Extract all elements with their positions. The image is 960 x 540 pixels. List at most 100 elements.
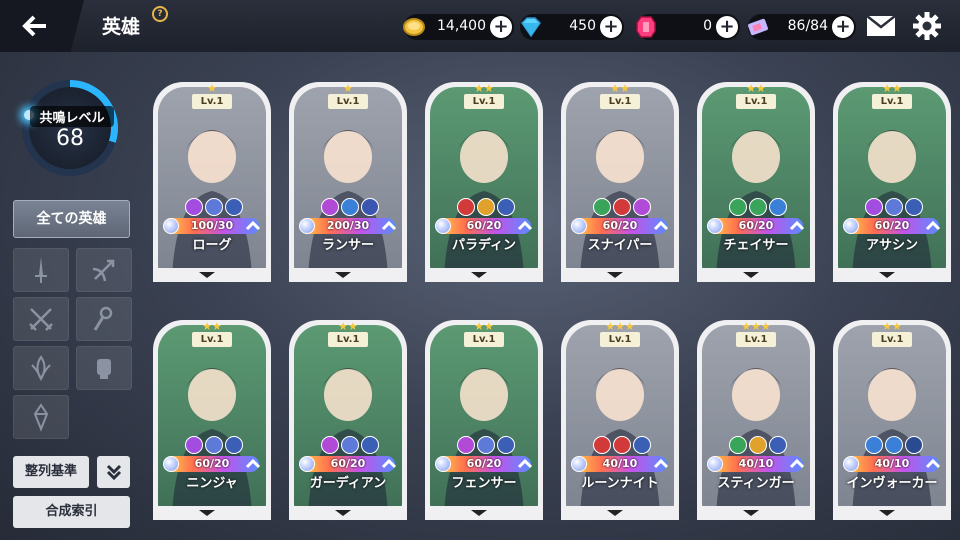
mail-icon[interactable] xyxy=(866,14,896,38)
upgrade-chevron-icon xyxy=(381,458,397,469)
hero-card[interactable]: ★★★ Lv.1 40/10 スティンガー xyxy=(697,320,815,520)
diamond-counter: 450 + xyxy=(520,14,624,40)
hero-card[interactable]: ★ Lv.1 200/30 ランサー xyxy=(289,82,407,282)
element-icons xyxy=(593,436,651,454)
card-footer xyxy=(289,268,407,282)
upgrade-chevron-icon xyxy=(517,458,533,469)
card-footer xyxy=(833,506,951,520)
element-icon xyxy=(321,436,339,454)
gold-value: 14,400 xyxy=(437,18,486,34)
all-heroes-button[interactable]: 全ての英雄 xyxy=(13,200,130,238)
gold-add-button[interactable]: + xyxy=(490,16,512,38)
ruby-counter: 0 + xyxy=(636,14,740,40)
hero-card[interactable]: ★★ Lv.1 60/20 フェンサー xyxy=(425,320,543,520)
hero-card[interactable]: ★★ Lv.1 60/20 ガーディアン xyxy=(289,320,407,520)
leaf-filter[interactable] xyxy=(13,346,69,390)
hero-card[interactable]: ★★★ Lv.1 40/10 ルーンナイト xyxy=(561,320,679,520)
hero-card[interactable]: ★★ Lv.1 40/10 インヴォーカー xyxy=(833,320,951,520)
crystal-filter[interactable] xyxy=(13,395,69,439)
upgrade-chevron-icon xyxy=(245,458,261,469)
hero-name: ローグ xyxy=(192,238,232,253)
hero-name: ガーディアン xyxy=(309,476,387,491)
hero-name: ランサー xyxy=(321,238,374,253)
staff-filter[interactable] xyxy=(76,297,132,341)
hero-name: チェイサー xyxy=(723,238,789,253)
ticket-add-button[interactable]: + xyxy=(832,16,854,38)
element-icon xyxy=(205,198,223,216)
ruby-value: 0 xyxy=(703,18,712,34)
card-footer xyxy=(561,268,679,282)
element-icon xyxy=(477,198,495,216)
ticket-counter: 86/84 + xyxy=(748,14,856,40)
fist-filter[interactable] xyxy=(76,346,132,390)
hero-level: Lv.1 xyxy=(872,332,912,347)
hero-level: Lv.1 xyxy=(328,332,368,347)
card-footer xyxy=(289,506,407,520)
sort-button[interactable]: 整列基準 xyxy=(13,456,89,488)
resonance-label: 共鳴レベル xyxy=(30,106,114,127)
upgrade-chevron-icon xyxy=(925,220,941,231)
element-icon xyxy=(769,436,787,454)
upgrade-chevron-icon xyxy=(381,220,397,231)
sword-filter[interactable] xyxy=(13,248,69,292)
element-icon xyxy=(749,198,767,216)
card-footer xyxy=(561,506,679,520)
element-icon xyxy=(905,198,923,216)
element-icon xyxy=(225,198,243,216)
sort-order-toggle[interactable] xyxy=(97,456,130,488)
element-icon xyxy=(613,436,631,454)
element-icon xyxy=(633,198,651,216)
element-icons xyxy=(457,198,515,216)
ruby-icon xyxy=(636,16,656,38)
card-footer xyxy=(153,268,271,282)
card-footer xyxy=(153,506,271,520)
element-icons xyxy=(185,436,243,454)
card-footer xyxy=(425,506,543,520)
shard-gem-icon xyxy=(163,456,179,472)
hero-card[interactable]: ★★ Lv.1 60/20 パラディン xyxy=(425,82,543,282)
hero-name: フェンサー xyxy=(451,476,517,491)
element-icon xyxy=(769,198,787,216)
element-icons xyxy=(865,198,923,216)
hero-card[interactable]: ★★ Lv.1 60/20 スナイパー xyxy=(561,82,679,282)
upgrade-chevron-icon xyxy=(789,458,805,469)
synthesis-index-button[interactable]: 合成索引 xyxy=(13,496,130,528)
gold-coin-icon xyxy=(403,18,425,36)
element-icons xyxy=(729,198,787,216)
shard-gem-icon xyxy=(435,218,451,234)
gear-icon[interactable] xyxy=(912,11,942,41)
crystal-icon xyxy=(33,403,49,432)
hero-card[interactable]: ★★ Lv.1 60/20 チェイサー xyxy=(697,82,815,282)
hero-card[interactable]: ★★ Lv.1 60/20 アサシン xyxy=(833,82,951,282)
hero-card[interactable]: ★ Lv.1 100/30 ローグ xyxy=(153,82,271,282)
element-icons xyxy=(185,198,243,216)
shard-gem-icon xyxy=(163,218,179,234)
element-icon xyxy=(361,436,379,454)
help-icon[interactable]: ? xyxy=(152,6,168,22)
bow-icon xyxy=(92,259,115,282)
card-footer xyxy=(833,268,951,282)
element-icon xyxy=(225,436,243,454)
hero-card[interactable]: ★★ Lv.1 60/20 ニンジャ xyxy=(153,320,271,520)
dagger-filter[interactable] xyxy=(13,297,69,341)
shard-gem-icon xyxy=(843,218,859,234)
element-icons xyxy=(865,436,923,454)
hero-name: インヴォーカー xyxy=(846,476,938,491)
bow-filter[interactable] xyxy=(76,248,132,292)
sword-icon xyxy=(35,257,47,283)
element-icons xyxy=(321,436,379,454)
upgrade-chevron-icon xyxy=(925,458,941,469)
ruby-add-button[interactable]: + xyxy=(716,16,738,38)
back-arrow-icon xyxy=(22,15,46,37)
element-icon xyxy=(865,198,883,216)
hero-level: Lv.1 xyxy=(600,94,640,109)
element-icons xyxy=(729,436,787,454)
diamond-add-button[interactable]: + xyxy=(600,16,622,38)
shard-gem-icon xyxy=(843,456,859,472)
upgrade-chevron-icon xyxy=(517,220,533,231)
ticket-icon xyxy=(748,18,768,36)
hero-name: パラディン xyxy=(451,238,517,253)
back-button[interactable] xyxy=(0,0,84,52)
element-icon xyxy=(321,198,339,216)
element-icons xyxy=(457,436,515,454)
